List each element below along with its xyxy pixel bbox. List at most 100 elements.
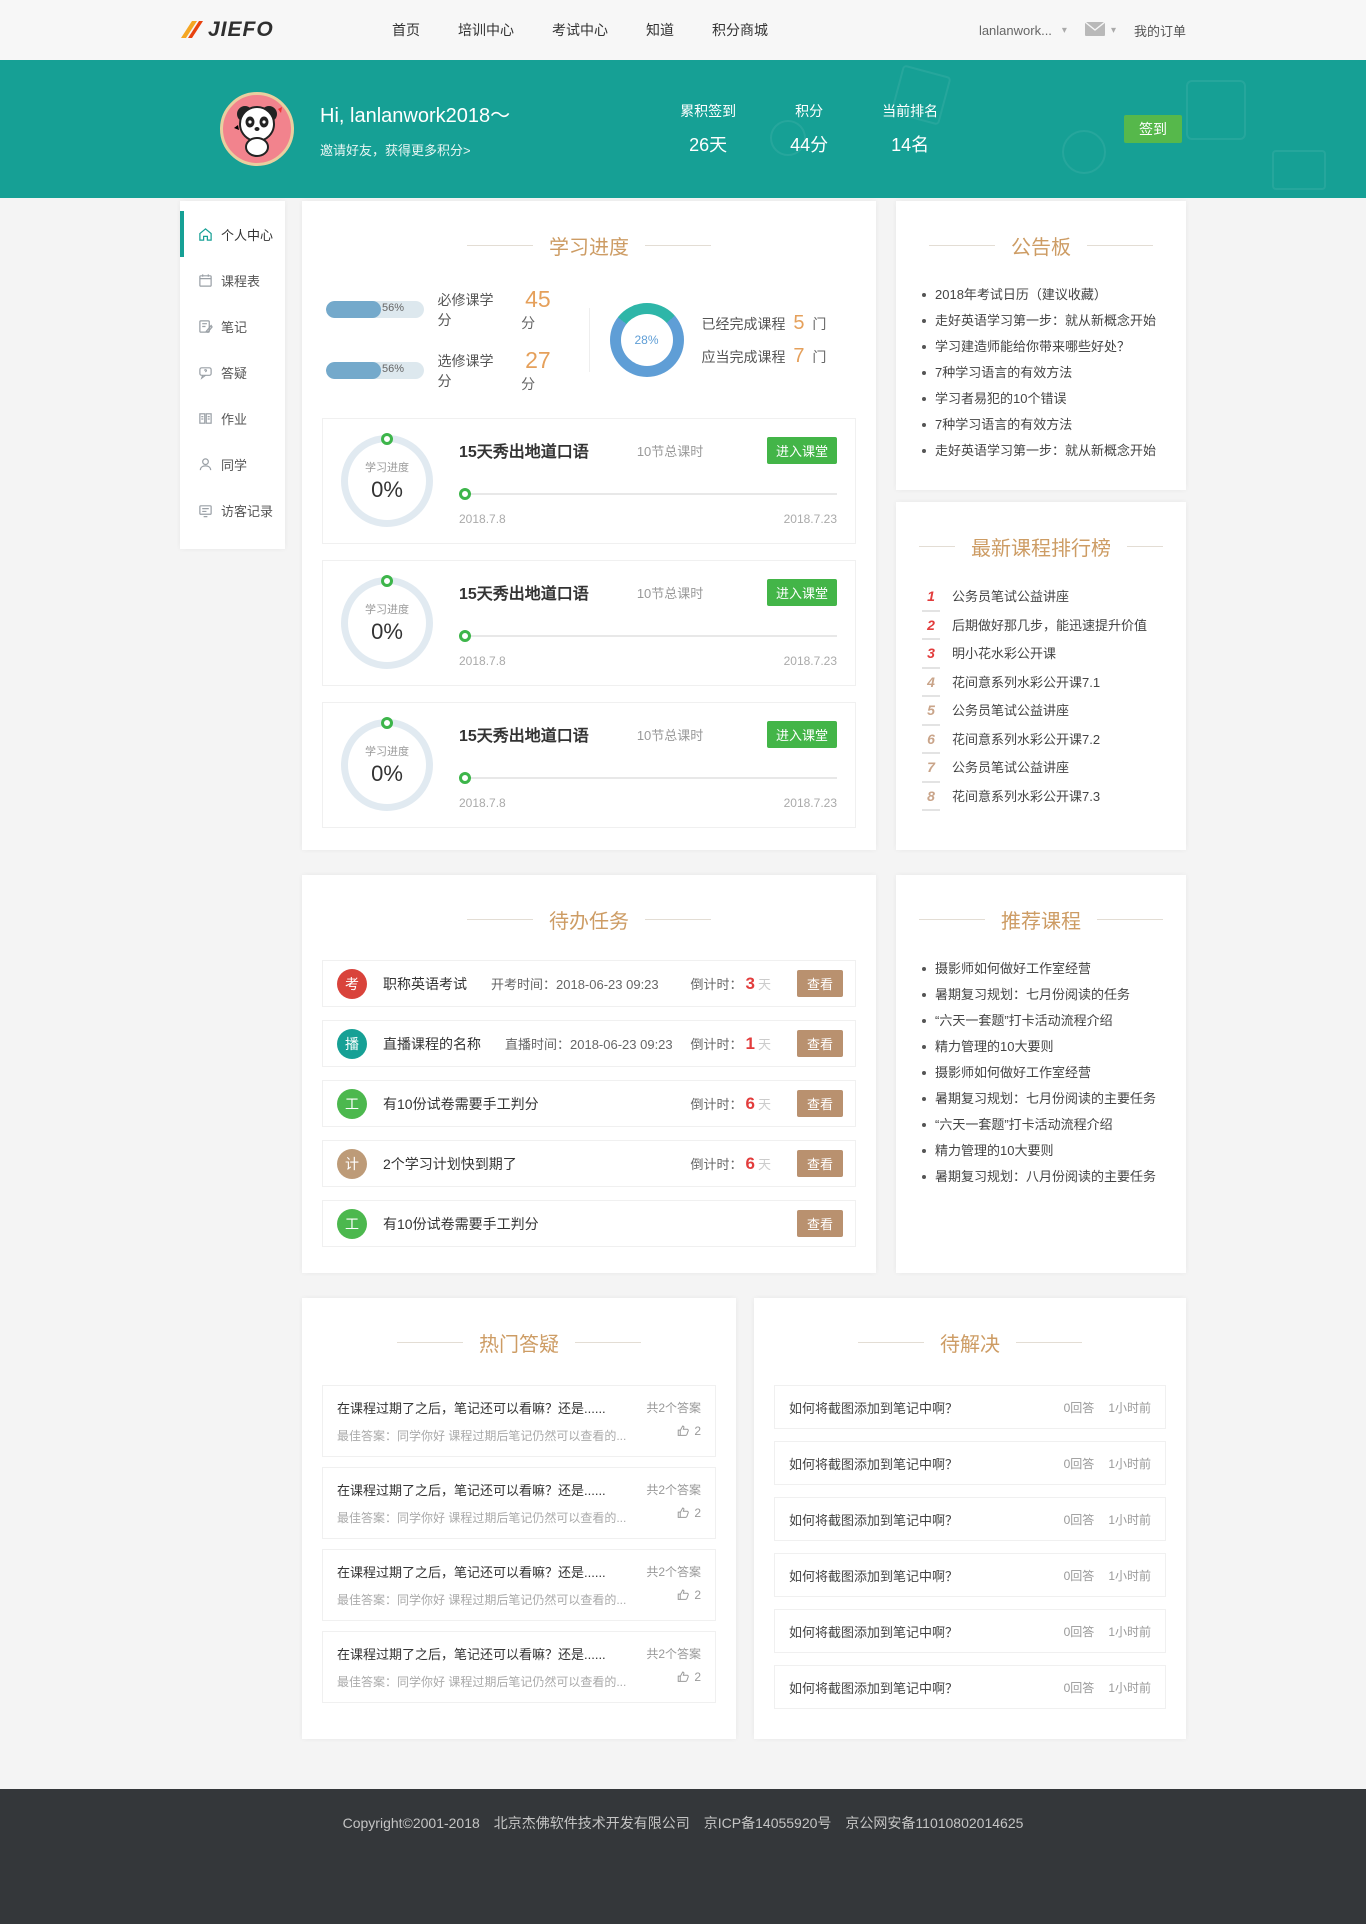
avatar[interactable] xyxy=(220,92,294,166)
stat-rank: 当前排名 14名 xyxy=(882,101,938,157)
logo[interactable]: JIEFO xyxy=(180,18,330,42)
section-title-learning-progress: 学习进度 xyxy=(302,201,876,282)
announcement-link[interactable]: 7种学习语言的有效方法 xyxy=(922,360,1160,386)
sidebar-item-visitor-log[interactable]: 访客记录 xyxy=(180,487,285,533)
view-button[interactable]: 查看 xyxy=(797,1030,843,1057)
pending-question-item[interactable]: 如何将截图添加到笔记中啊？ 0回答1小时前 xyxy=(774,1441,1166,1485)
pending-question-item[interactable]: 如何将截图添加到笔记中啊？ 0回答1小时前 xyxy=(774,1553,1166,1597)
pending-question-item[interactable]: 如何将截图添加到笔记中啊？ 0回答1小时前 xyxy=(774,1609,1166,1653)
course-start-date: 2018.7.8 xyxy=(459,654,506,668)
ranking-link[interactable]: 5公务员笔试公益讲座 xyxy=(922,697,1160,726)
sidebar-item-homework[interactable]: 作业 xyxy=(180,395,285,441)
view-button[interactable]: 查看 xyxy=(797,970,843,997)
ranking-link[interactable]: 6花间意系列水彩公开课7.2 xyxy=(922,726,1160,755)
exam-badge-icon: 考 xyxy=(337,969,367,999)
recommended-course-link[interactable]: 暑期复习规划：七月份阅读的主要任务 xyxy=(922,1086,1160,1112)
completed-courses: 已经完成课程 5 门 xyxy=(702,312,827,335)
view-button[interactable]: 查看 xyxy=(797,1150,843,1177)
course-progress-ring: 学习进度 0% xyxy=(341,719,433,811)
recommended-courses-panel: 推荐课程 摄影师如何做好工作室经营 暑期复习规划：七月份阅读的任务 “六天一套题… xyxy=(896,875,1186,1273)
timeline-handle[interactable] xyxy=(459,488,471,500)
thumbs-up-icon xyxy=(677,1588,690,1601)
invite-friends-link[interactable]: 邀请好友，获得更多积分> xyxy=(320,140,510,159)
todo-tasks-panel: 待办任务 考 职称英语考试 开考时间：2018-06-23 09:23 倒计时：… xyxy=(302,875,876,1273)
thumbs-up-icon xyxy=(677,1506,690,1519)
announcement-link[interactable]: 走好英语学习第一步：就从新概念开始 xyxy=(922,308,1160,334)
announcement-link[interactable]: 学习建造师能给你带来哪些好处？ xyxy=(922,334,1160,360)
greeting-text: Hi, lanlanwork2018～ xyxy=(320,99,510,128)
username-dropdown[interactable]: lanlanwork... xyxy=(979,23,1052,38)
course-completion-donut: 28% 已经完成课程 5 门 应当完成课程 7 门 xyxy=(610,303,853,377)
mail-dropdown[interactable]: ▾ xyxy=(1085,22,1116,39)
recommended-course-link[interactable]: 暑期复习规划：七月份阅读的任务 xyxy=(922,982,1160,1008)
course-card: 学习进度 0% 15天秀出地道口语 10节总课时 进入课堂 xyxy=(322,702,856,828)
nav-item-exam[interactable]: 考试中心 xyxy=(552,20,608,40)
ranking-link[interactable]: 8花间意系列水彩公开课7.3 xyxy=(922,783,1160,812)
ranking-link[interactable]: 7公务员笔试公益讲座 xyxy=(922,754,1160,783)
visitor-record-icon xyxy=(198,503,213,518)
sidebar-item-schedule[interactable]: 课程表 xyxy=(180,257,285,303)
nav-item-training[interactable]: 培训中心 xyxy=(458,20,514,40)
enter-classroom-button[interactable]: 进入课堂 xyxy=(767,721,837,748)
pending-question-item[interactable]: 如何将截图添加到笔记中啊？ 0回答1小时前 xyxy=(774,1497,1166,1541)
view-button[interactable]: 查看 xyxy=(797,1090,843,1117)
enter-classroom-button[interactable]: 进入课堂 xyxy=(767,579,837,606)
qa-item[interactable]: 在课程过期了之后，笔记还可以看嘛？还是......共2个答案 最佳答案：同学你好… xyxy=(322,1385,716,1457)
logo-text: JIEFO xyxy=(208,18,274,42)
recommended-course-link[interactable]: 精力管理的10大要则 xyxy=(922,1034,1160,1060)
announcement-link[interactable]: 7种学习语言的有效方法 xyxy=(922,412,1160,438)
stat-signin-days: 累积签到 26天 xyxy=(680,101,736,157)
announcement-link[interactable]: 2018年考试日历（建议收藏） xyxy=(922,282,1160,308)
todo-row-grading: 工 有10份试卷需要手工判分 倒计时：6天 查看 xyxy=(322,1080,856,1127)
recommended-course-link[interactable]: “六天一套题”打卡活动流程介绍 xyxy=(922,1112,1160,1138)
chevron-down-icon[interactable]: ▾ xyxy=(1062,25,1067,36)
sidebar-item-classmates[interactable]: 同学 xyxy=(180,441,285,487)
pending-question-item[interactable]: 如何将截图添加到笔记中啊？ 0回答1小时前 xyxy=(774,1665,1166,1709)
enter-classroom-button[interactable]: 进入课堂 xyxy=(767,437,837,464)
recommended-course-link[interactable]: “六天一套题”打卡活动流程介绍 xyxy=(922,1008,1160,1034)
plan-badge-icon: 计 xyxy=(337,1149,367,1179)
announcement-link[interactable]: 走好英语学习第一步：就从新概念开始 xyxy=(922,438,1160,464)
nav-item-points-mall[interactable]: 积分商城 xyxy=(712,20,768,40)
recommended-course-link[interactable]: 暑期复习规划：八月份阅读的主要任务 xyxy=(922,1164,1160,1190)
todo-row-live: 播 直播课程的名称 直播时间：2018-06-23 09:23 倒计时：1天 查… xyxy=(322,1020,856,1067)
ranking-link[interactable]: 2后期做好那几步，能迅速提升价值 xyxy=(922,612,1160,641)
timeline-handle[interactable] xyxy=(459,630,471,642)
course-end-date: 2018.7.23 xyxy=(784,796,837,810)
live-badge-icon: 播 xyxy=(337,1029,367,1059)
timeline-handle[interactable] xyxy=(459,772,471,784)
top-navbar: JIEFO 首页 培训中心 考试中心 知道 积分商城 lanlanwork...… xyxy=(0,0,1366,60)
qa-item[interactable]: 在课程过期了之后，笔记还可以看嘛？还是......共2个答案 最佳答案：同学你好… xyxy=(322,1631,716,1703)
elective-credits-bar: 56% 选修课学分 27分 xyxy=(326,347,569,394)
course-title[interactable]: 15天秀出地道口语 xyxy=(459,722,589,746)
home-icon xyxy=(198,227,213,242)
announcement-link[interactable]: 学习者易犯的10个错误 xyxy=(922,386,1160,412)
chat-icon xyxy=(198,365,213,380)
my-orders-link[interactable]: 我的订单 xyxy=(1134,21,1186,40)
book-icon xyxy=(198,411,213,426)
recommended-course-link[interactable]: 精力管理的10大要则 xyxy=(922,1138,1160,1164)
course-title[interactable]: 15天秀出地道口语 xyxy=(459,438,589,462)
recommended-course-link[interactable]: 摄影师如何做好工作室经营 xyxy=(922,956,1160,982)
sidebar-item-notes[interactable]: 笔记 xyxy=(180,303,285,349)
qa-item[interactable]: 在课程过期了之后，笔记还可以看嘛？还是......共2个答案 最佳答案：同学你好… xyxy=(322,1467,716,1539)
sidebar-item-personal-center[interactable]: 个人中心 xyxy=(180,211,285,257)
recommended-course-link[interactable]: 摄影师如何做好工作室经营 xyxy=(922,1060,1160,1086)
user-hero-banner: Hi, lanlanwork2018～ 邀请好友，获得更多积分> 累积签到 26… xyxy=(0,60,1366,198)
grading-badge-icon: 工 xyxy=(337,1209,367,1239)
ranking-link[interactable]: 4花间意系列水彩公开课7.1 xyxy=(922,669,1160,698)
announcement-board-panel: 公告板 2018年考试日历（建议收藏） 走好英语学习第一步：就从新概念开始 学习… xyxy=(896,201,1186,490)
course-card: 学习进度 0% 15天秀出地道口语 10节总课时 进入课堂 xyxy=(322,418,856,544)
ranking-link[interactable]: 1公务员笔试公益讲座 xyxy=(922,583,1160,612)
pending-question-item[interactable]: 如何将截图添加到笔记中啊？ 0回答1小时前 xyxy=(774,1385,1166,1429)
sign-in-button[interactable]: 签到 xyxy=(1124,115,1182,143)
course-start-date: 2018.7.8 xyxy=(459,796,506,810)
view-button[interactable]: 查看 xyxy=(797,1210,843,1237)
course-title[interactable]: 15天秀出地道口语 xyxy=(459,580,589,604)
course-lessons: 10节总课时 xyxy=(637,725,703,744)
ranking-link[interactable]: 3明小花水彩公开课 xyxy=(922,640,1160,669)
nav-item-know[interactable]: 知道 xyxy=(646,20,674,40)
nav-item-home[interactable]: 首页 xyxy=(392,20,420,40)
qa-item[interactable]: 在课程过期了之后，笔记还可以看嘛？还是......共2个答案 最佳答案：同学你好… xyxy=(322,1549,716,1621)
sidebar-item-qa[interactable]: 答疑 xyxy=(180,349,285,395)
